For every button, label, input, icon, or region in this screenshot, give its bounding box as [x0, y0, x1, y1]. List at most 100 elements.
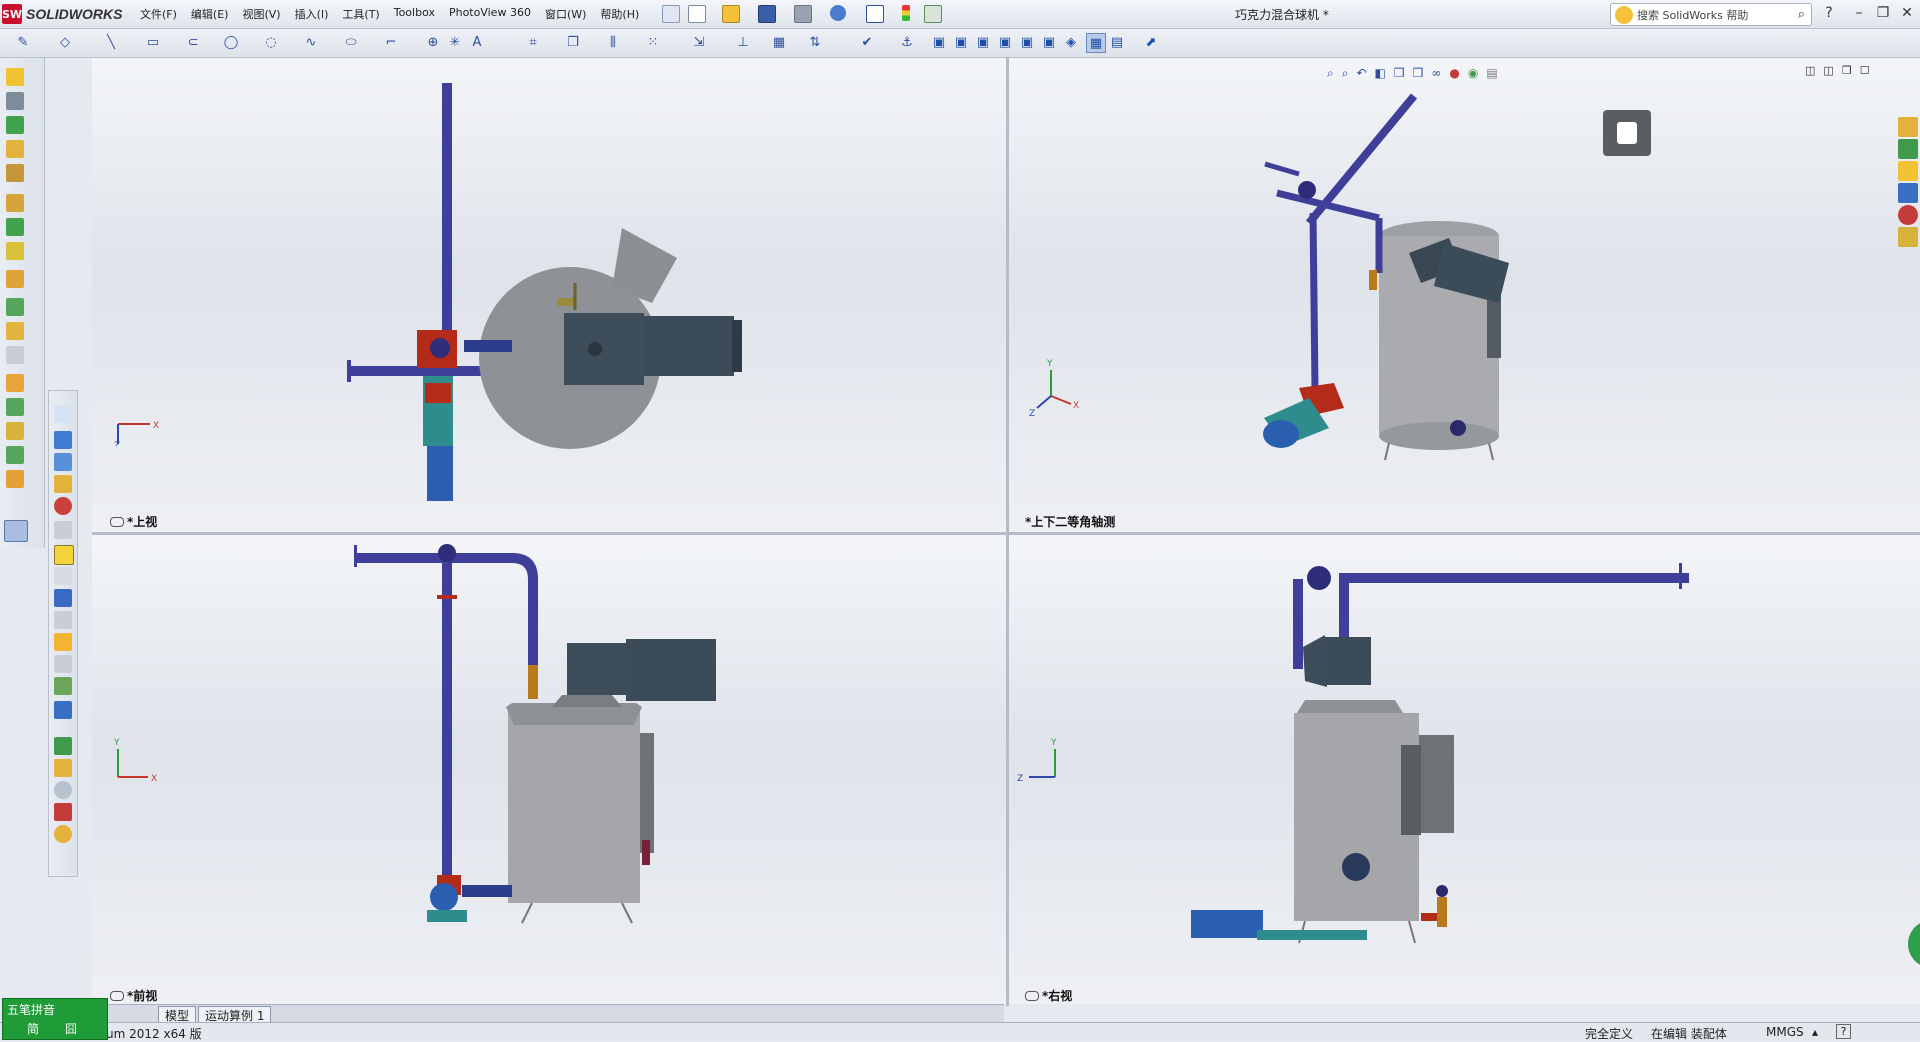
spline-icon[interactable]: ∿ [302, 33, 320, 51]
sketch-icon[interactable]: ✎ [14, 33, 32, 51]
offset-icon[interactable]: ❐ [564, 33, 582, 51]
ime-simplified[interactable]: 简 [27, 1020, 39, 1037]
viewport-maximize-icon[interactable]: ☐ [1860, 64, 1870, 77]
view-top-icon[interactable]: ▣ [1018, 33, 1036, 51]
fillet-icon[interactable]: ⌐ [382, 33, 400, 51]
previous-view-icon[interactable]: ↶ [1356, 66, 1366, 81]
file-explorer-icon[interactable] [1898, 161, 1918, 181]
viewport-front[interactable]: Y X *前视 [92, 535, 1006, 1004]
spell-check-icon[interactable] [54, 405, 72, 423]
normal-to-icon[interactable]: ⬈ [1142, 33, 1160, 51]
rebuild-icon[interactable] [902, 5, 910, 21]
parting-line-analysis-icon[interactable] [54, 701, 72, 719]
symmetry-check-icon[interactable] [54, 781, 72, 799]
view-palette-icon[interactable] [1898, 183, 1918, 203]
options-icon[interactable] [924, 5, 942, 23]
clearance-icon[interactable] [6, 398, 24, 416]
viewport-isometric[interactable]: ⌕ ⌕ ↶ ◧ ❒ ❒ ∞ ● ◉ ▤ ◫ ◫ ❐ ☐ Y X Z *上下二等角… [1009, 58, 1920, 532]
interference-icon[interactable] [6, 374, 24, 392]
status-help-icon[interactable]: ? [1836, 1024, 1851, 1039]
solidworks-logo[interactable]: SW SOLIDWORKS [2, 3, 122, 25]
new-motion-study-icon[interactable] [6, 270, 24, 288]
resources-icon[interactable] [1898, 117, 1918, 137]
tab-model[interactable]: 模型 [158, 1006, 197, 1023]
appearance-icon[interactable]: ● [1449, 66, 1459, 81]
curvature-icon[interactable] [54, 759, 72, 777]
mate-icon[interactable] [6, 92, 24, 110]
save-icon[interactable] [758, 5, 776, 23]
viewport-vertical-splitter[interactable] [1006, 58, 1009, 1006]
help-search[interactable]: 搜索 SolidWorks 帮助 ⌕ [1610, 3, 1812, 26]
smart-dimension-icon[interactable]: ◇ [56, 33, 74, 51]
circle-icon[interactable]: ◯ [222, 33, 240, 51]
zoom-fit-icon[interactable]: ⌕ [1327, 66, 1334, 81]
check-icon[interactable] [54, 545, 74, 565]
bill-of-materials-icon[interactable] [6, 298, 24, 316]
plane-icon[interactable]: ⊕ [424, 33, 442, 51]
new-document-icon[interactable] [688, 5, 706, 23]
section-properties-icon[interactable] [54, 453, 72, 471]
menu-photoview[interactable]: PhotoView 360 [449, 6, 531, 22]
move-entities-icon[interactable]: ⇲ [690, 33, 708, 51]
smart-fasteners-icon[interactable] [6, 140, 24, 158]
viewport-split-icon[interactable]: ◫ [1823, 64, 1833, 77]
zoom-area-icon[interactable]: ⌕ [1342, 66, 1349, 81]
tab-motion-study[interactable]: 运动算例 1 [198, 1006, 272, 1023]
mass-properties-icon[interactable] [6, 470, 24, 488]
ime-toolbar[interactable]: 五笔拼音 简 囧 [2, 998, 108, 1040]
render-icon[interactable]: ▤ [1486, 66, 1497, 81]
compare-documents-icon[interactable] [54, 803, 72, 821]
pin-icon[interactable] [662, 5, 680, 23]
hole-alignment-icon[interactable] [6, 422, 24, 440]
draft-analysis-icon[interactable] [54, 655, 72, 673]
exploded-view-icon[interactable] [6, 322, 24, 340]
equations-icon[interactable] [54, 589, 72, 607]
sensor-icon[interactable] [54, 475, 72, 493]
ime-softkeyboard[interactable]: 囧 [65, 1020, 77, 1037]
custom-properties-icon[interactable] [1898, 227, 1918, 247]
instant2d-icon[interactable]: ⚓ [898, 33, 916, 51]
design-library-icon[interactable] [1898, 139, 1918, 159]
appearances-scenes-icon[interactable] [1898, 205, 1918, 225]
warning-icon[interactable] [54, 633, 72, 651]
viewport-top[interactable]: X Z *上视 [92, 58, 1006, 532]
statistics-icon[interactable] [54, 497, 72, 515]
search-icon[interactable]: ⌕ [1798, 7, 1805, 22]
arc-icon[interactable]: ◌ [262, 33, 280, 51]
zebra-stripes-icon[interactable] [54, 737, 72, 755]
view-isometric-icon[interactable]: ◈ [1062, 33, 1080, 51]
undo-icon[interactable] [830, 5, 846, 21]
pattern-icon[interactable]: ⁙ [644, 33, 662, 51]
minimize-icon[interactable]: – [1848, 4, 1870, 22]
undercut-analysis-icon[interactable] [54, 677, 72, 695]
geometry-analysis-icon[interactable] [54, 521, 72, 539]
line-icon[interactable]: ╲ [102, 33, 120, 51]
trim-icon[interactable]: ⌗ [524, 33, 542, 51]
viewport-right[interactable]: Y Z *右视 [1009, 535, 1920, 1004]
view-orientation-icon[interactable]: ❒ [1394, 66, 1405, 81]
menu-toolbox[interactable]: Toolbox [394, 6, 435, 22]
measure-icon[interactable] [6, 446, 24, 464]
insert-components-icon[interactable] [6, 68, 24, 86]
relations-icon[interactable]: ⊥ [734, 33, 752, 51]
hide-show-icon[interactable]: ∞ [1431, 66, 1441, 81]
view-front-icon[interactable]: ▣ [930, 33, 948, 51]
view-bottom-icon[interactable]: ▣ [1040, 33, 1058, 51]
show-hidden-icon[interactable] [6, 194, 24, 212]
close-icon[interactable]: ✕ [1896, 4, 1918, 22]
point-icon[interactable]: ✳ [446, 33, 464, 51]
status-units[interactable]: MMGS [1766, 1025, 1804, 1039]
units-caret[interactable]: ▴ [1812, 1025, 1818, 1039]
open-folder-icon[interactable] [722, 5, 740, 23]
scene-icon[interactable]: ◉ [1468, 66, 1478, 81]
assembly-features-icon[interactable] [6, 218, 24, 236]
select-cursor-icon[interactable] [866, 5, 884, 23]
four-view-icon[interactable]: ▦ [1086, 33, 1106, 53]
view-right-icon[interactable]: ▣ [996, 33, 1014, 51]
viewport-tile-icon[interactable]: ◫ [1805, 64, 1815, 77]
thickness-analysis-icon[interactable] [54, 611, 72, 629]
link-views-icon[interactable]: ▤ [1108, 33, 1126, 51]
linear-pattern-icon[interactable] [6, 116, 24, 134]
ime-mode[interactable]: 五笔拼音 [7, 1001, 55, 1018]
deviation-analysis-icon[interactable] [54, 567, 72, 585]
